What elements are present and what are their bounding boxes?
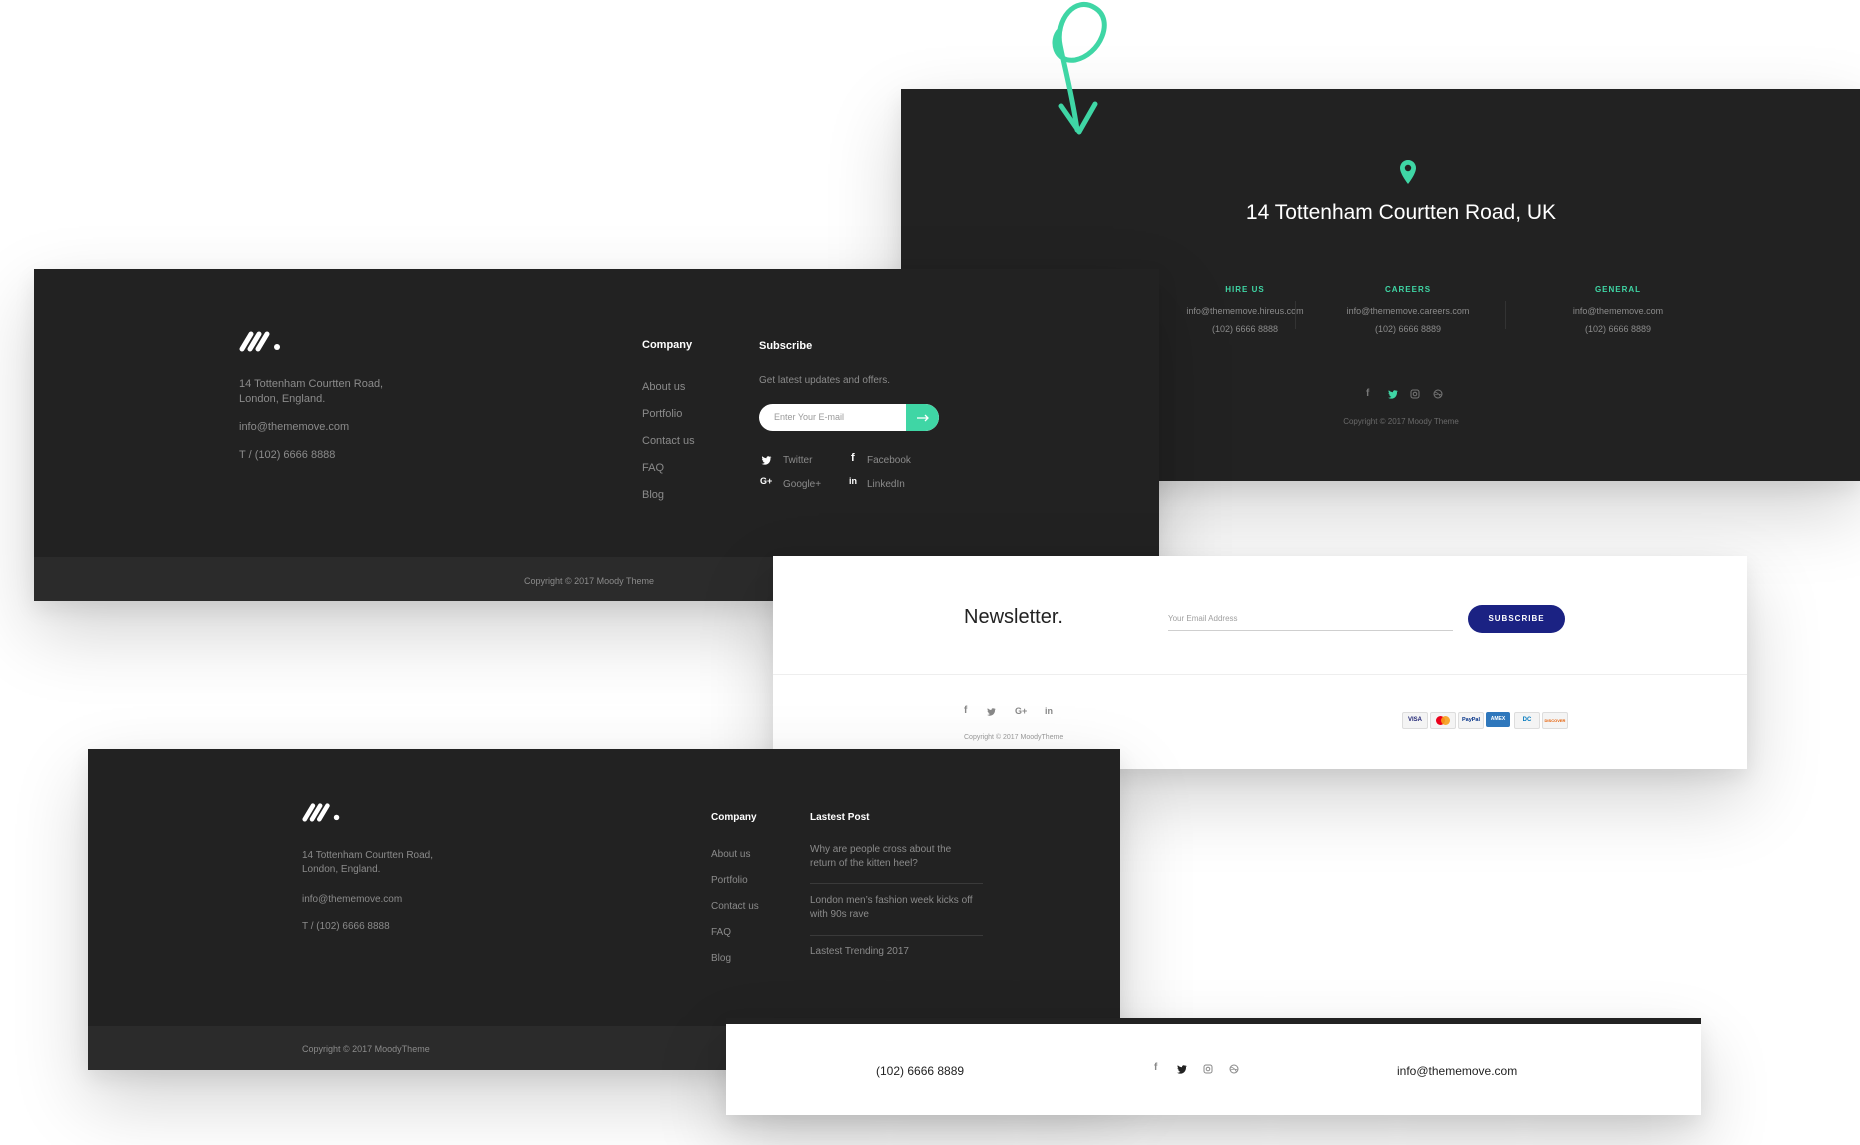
phone-text: (102) 6666 8889 [876,1064,965,1078]
post-title-line: return of the kitten heel? [810,858,918,869]
subscribe-email-input[interactable]: Enter Your E-mail [759,404,939,431]
column-phone: (102) 6666 8889 [1584,324,1652,334]
column-careers: CAREERS info@thememove.careers.com (102)… [1323,285,1493,334]
dribbble-icon[interactable] [1229,1064,1239,1074]
address-block: 14 Tottenham Courtten Road, London, Engl… [302,849,433,877]
google-plus-icon[interactable]: G+ [1015,706,1027,716]
column-email[interactable]: info@thememove.com [1533,306,1703,316]
copyright-text: Copyright © 2017 MoodyTheme [302,1044,430,1054]
mastercard-icon [1430,712,1456,729]
footer-link-portfolio[interactable]: Portfolio [642,401,695,428]
column-title: HIRE US [1225,285,1265,294]
dribbble-icon[interactable] [1433,389,1443,399]
subscribe-submit-button[interactable] [906,404,939,431]
address-heading: 14 Tottenham Courtten Road, UK [1245,201,1557,224]
newsletter-placeholder: Your Email Address [1168,614,1238,623]
footer-link-about[interactable]: About us [642,374,695,401]
post-title-line: London men’s fashion week kicks off [810,895,973,906]
post-item[interactable]: Lastest Trending 2017 [810,946,909,957]
footer-link-faq[interactable]: FAQ [642,455,695,482]
facebook-icon[interactable]: f [1154,1062,1157,1073]
discover-card-icon: DISCOVER [1542,712,1568,729]
decorative-arrow-icon [1052,1,1107,135]
facebook-icon: f [851,452,855,464]
footer-variant-newsletter: Newsletter. Your Email Address SUBSCRIBE… [773,556,1747,769]
arrow-right-icon [916,414,929,421]
twitter-icon [761,456,772,465]
paypal-card-icon: PayPal [1458,712,1484,729]
post-title-line: with 90s rave [810,909,869,920]
footer-link-blog[interactable]: Blog [711,946,759,972]
latest-posts-heading: Lastest Post [810,812,870,823]
linkedin-icon[interactable]: in [1045,706,1053,716]
company-heading: Company [711,812,757,823]
map-pin-icon [1400,160,1416,184]
company-links: About us Portfolio Contact us FAQ Blog [642,374,695,509]
company-links: About us Portfolio Contact us FAQ Blog [711,842,759,972]
address-line: 14 Tottenham Courtten Road, [302,850,434,861]
post-item[interactable]: Why are people cross about the return of… [810,843,951,871]
column-email[interactable]: info@thememove.hireus.com [1160,306,1330,316]
post-divider [810,935,983,936]
moody-logo-icon[interactable] [239,330,283,352]
facebook-icon[interactable]: f [964,705,967,716]
facebook-icon[interactable]: f [1366,388,1369,399]
email-link[interactable]: info@thememove.com [302,894,402,905]
divider [773,674,1747,675]
address-line: London, England. [239,393,326,405]
linkedin-icon: in [849,476,857,486]
footer-variant-contact-bar: (102) 6666 8889 f info@thememove.com [726,1018,1701,1115]
column-phone: (102) 6666 8888 [1211,324,1279,334]
footer-link-about[interactable]: About us [711,842,759,868]
address-line: 14 Tottenham Courtten Road, [239,378,384,390]
column-hire-us: HIRE US info@thememove.hireus.com (102) … [1160,285,1330,334]
address-line: London, England. [302,864,381,875]
email-link[interactable]: info@thememove.com [239,421,349,433]
newsletter-title: Newsletter. [964,606,1063,628]
facebook-link[interactable]: Facebook [867,455,911,466]
post-divider [810,883,983,884]
googleplus-link[interactable]: Google+ [783,479,821,490]
footer-link-faq[interactable]: FAQ [711,920,759,946]
twitter-icon[interactable] [1177,1065,1187,1074]
phone-text: T / (102) 6666 8888 [302,921,390,932]
footer-variant-subscribe: 14 Tottenham Courtten Road, London, Engl… [34,269,1159,601]
subscribe-button[interactable]: SUBSCRIBE [1468,605,1565,633]
post-item[interactable]: London men’s fashion week kicks off with… [810,894,973,922]
column-email[interactable]: info@thememove.careers.com [1323,306,1493,316]
column-title: GENERAL [1594,285,1642,294]
instagram-icon[interactable] [1203,1064,1213,1074]
column-phone: (102) 6666 8889 [1374,324,1442,334]
visa-card-icon: VISA [1402,712,1428,729]
footer-link-blog[interactable]: Blog [642,482,695,509]
column-divider [1505,301,1506,329]
subscribe-placeholder: Enter Your E-mail [774,412,845,422]
diners-card-icon: DC [1514,712,1540,729]
twitter-icon[interactable] [987,708,996,716]
column-title: CAREERS [1384,285,1432,294]
company-heading: Company [642,339,693,351]
footer-link-portfolio[interactable]: Portfolio [711,868,759,894]
amex-card-icon: AMEX [1486,712,1510,727]
linkedin-link[interactable]: LinkedIn [867,479,905,490]
copyright-text: Copyright © 2017 MoodyTheme [964,734,1064,741]
column-general: GENERAL info@thememove.com (102) 6666 88… [1533,285,1703,334]
post-title-line: Why are people cross about the [810,844,952,855]
footer-link-contact[interactable]: Contact us [711,894,759,920]
newsletter-email-input[interactable]: Your Email Address [1168,608,1453,631]
phone-text: T / (102) 6666 8888 [239,449,336,461]
moody-logo-icon[interactable] [302,802,342,822]
subscribe-heading: Subscribe [759,340,813,352]
google-plus-icon: G+ [760,476,773,486]
footer-link-contact[interactable]: Contact us [642,428,695,455]
email-link[interactable]: info@thememove.com [1397,1064,1517,1078]
column-divider [1295,301,1296,329]
address-block: 14 Tottenham Courtten Road, London, Engl… [239,377,383,407]
twitter-icon[interactable] [1388,390,1398,399]
subscribe-text: Get latest updates and offers. [759,375,891,386]
instagram-icon[interactable] [1410,389,1420,399]
twitter-link[interactable]: Twitter [783,455,812,466]
